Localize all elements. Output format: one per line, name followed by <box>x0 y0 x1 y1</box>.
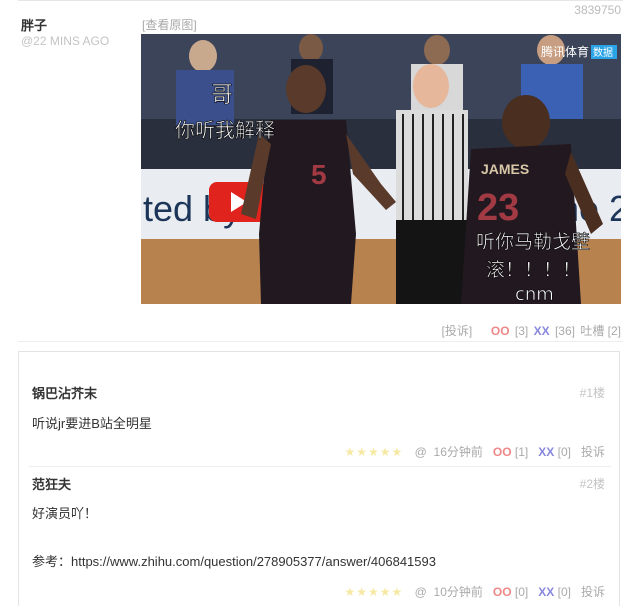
comment-meta: ★★★★★ @ 16分钟前 OO [1] XX [0] 投诉 <box>345 443 605 460</box>
post-image[interactable]: ted by ne 2 5 JAMES 23 腾讯体育 数据 哥 你听我解释 听… <box>141 34 621 304</box>
comments-box: 锅巴沾芥末 #1楼 听说jr要进B站全明星 ★★★★★ @ 16分钟前 OO [… <box>18 351 620 606</box>
watermark-badge: 数据 <box>593 46 613 59</box>
comment-floor[interactable]: #2楼 <box>580 475 605 492</box>
comment-xx-count: [0] <box>557 585 571 599</box>
comment-at: @ <box>414 585 427 599</box>
comment-author: 锅巴沾芥末 <box>32 386 98 401</box>
comment-reference-text[interactable]: 参考：https://www.zhihu.com/question/278905… <box>32 551 436 570</box>
crowd-head-3 <box>424 35 450 65</box>
comment-oo-count: [1] <box>514 445 529 459</box>
view-original-link[interactable]: [查看原图] <box>142 16 197 33</box>
referee-stripes <box>402 114 464 220</box>
post-report-link[interactable]: [投诉] <box>442 324 473 338</box>
meme-text-1: 哥 <box>211 83 233 108</box>
comment-report-link[interactable]: 投诉 <box>581 585 605 599</box>
post-oo-button[interactable]: OO <box>491 324 510 338</box>
post-divider <box>18 341 623 342</box>
jersey-right-name: JAMES <box>481 161 529 177</box>
meme-text-3: 听你马勒戈壁 <box>476 231 590 253</box>
referee-head <box>413 64 449 108</box>
rating-stars[interactable]: ★★★★★ <box>345 585 404 599</box>
post-xx-count: [36] <box>554 324 575 338</box>
post-xx-button[interactable]: XX <box>534 324 550 338</box>
comment-text: 好演员吖！ <box>32 506 98 521</box>
post-actions: [投诉] OO [3] XX [36] 吐槽 [2] <box>440 322 621 339</box>
comment-xx-button[interactable]: XX <box>538 585 554 599</box>
meme-text-5: cnm <box>515 284 554 304</box>
jersey-left-number: 5 <box>311 159 327 190</box>
referee-pants <box>396 220 468 304</box>
post-id[interactable]: 3839750 <box>574 3 621 17</box>
post-tucao-link[interactable]: 吐槽 [2] <box>580 324 621 338</box>
comment-time: 10分钟前 <box>433 585 483 599</box>
watermark-text: 腾讯体育 <box>541 44 589 59</box>
comment-xx-count: [0] <box>557 445 571 459</box>
comment-floor[interactable]: #1楼 <box>580 384 605 401</box>
comment-at: @ <box>414 445 427 459</box>
comment-oo-count: [0] <box>514 585 529 599</box>
comment-text: 听说jr要进B站全明星 <box>32 416 152 431</box>
player-left-head <box>286 65 326 113</box>
comment-2: 范狂夫 #2楼 好演员吖！ 参考：https://www.zhihu.com/q… <box>29 467 605 606</box>
comment-time: 16分钟前 <box>433 445 483 459</box>
comment-oo-button[interactable]: OO <box>493 585 512 599</box>
post-time: @22 MINS AGO <box>21 34 110 48</box>
post-image-graphic: ted by ne 2 5 JAMES 23 腾讯体育 数据 哥 你听我解释 听… <box>141 34 621 304</box>
player-right-head <box>502 95 550 149</box>
comment-oo-button[interactable]: OO <box>493 445 512 459</box>
comment-xx-button[interactable]: XX <box>538 445 554 459</box>
comment-meta: ★★★★★ @ 10分钟前 OO [0] XX [0] 投诉 <box>345 583 605 600</box>
comment-1: 锅巴沾芥末 #1楼 听说jr要进B站全明星 ★★★★★ @ 16分钟前 OO [… <box>29 352 611 467</box>
jersey-right-number: 23 <box>477 187 519 229</box>
comment-author: 范狂夫 <box>32 477 72 492</box>
post-author: 胖子 <box>21 18 48 33</box>
rating-stars[interactable]: ★★★★★ <box>345 445 404 459</box>
meme-text-4: 滚！！！！ <box>486 259 581 281</box>
top-border <box>18 0 623 1</box>
player-left-jersey <box>259 120 356 304</box>
comment-report-link[interactable]: 投诉 <box>581 445 605 459</box>
crowd-head-2 <box>299 34 323 62</box>
meme-text-2: 你听我解释 <box>175 118 275 142</box>
post-oo-count: [3] <box>514 324 529 338</box>
crowd-head-1 <box>189 40 217 72</box>
page: 3839750 胖子 @22 MINS AGO [查看原图] ted by ne… <box>0 0 641 606</box>
